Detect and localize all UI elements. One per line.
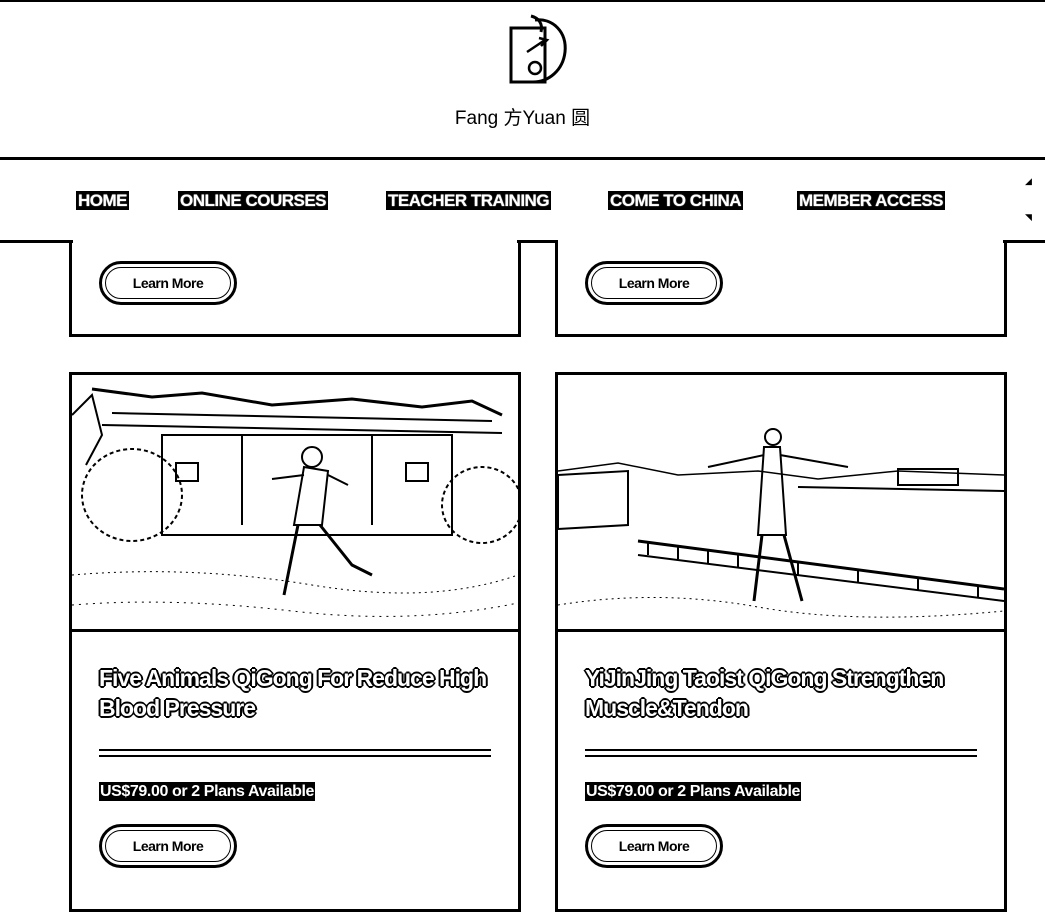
- nav-item-home[interactable]: HOME: [76, 191, 129, 210]
- course-price: US$79.00 or 2 Plans Available: [99, 782, 316, 801]
- nav-item-come-to-china[interactable]: COME TO CHINA: [608, 191, 744, 210]
- learn-more-button[interactable]: Learn More: [585, 824, 723, 868]
- nav-item-member-access[interactable]: MEMBER ACCESS: [797, 191, 945, 210]
- brand-name[interactable]: Fang 方Yuan 圆: [0, 103, 1045, 130]
- course-card: Five Animals QiGong For Reduce High Bloo…: [69, 372, 521, 912]
- triangle-down-icon[interactable]: ◥: [1025, 213, 1032, 222]
- course-image[interactable]: [72, 375, 518, 632]
- nav-bottom-rule: [517, 240, 558, 243]
- nav-bottom-rule: [1003, 240, 1045, 243]
- course-price: US$79.00 or 2 Plans Available: [585, 782, 802, 801]
- card-divider: [585, 749, 977, 757]
- card-divider: [99, 749, 491, 757]
- qigong-practitioner-riverside-photo: [558, 375, 1004, 629]
- learn-more-label: Learn More: [618, 275, 690, 291]
- learn-more-label: Learn More: [132, 275, 204, 291]
- learn-more-button[interactable]: Learn More: [99, 824, 237, 868]
- qigong-practitioner-courtyard-photo: [72, 375, 518, 629]
- nav-item-teacher-training[interactable]: TEACHER TRAINING: [386, 191, 552, 210]
- nav-bottom-rule: [0, 240, 73, 243]
- triangle-up-icon[interactable]: ◢: [1025, 177, 1032, 186]
- learn-more-label: Learn More: [618, 838, 690, 854]
- fangyuan-logo-icon[interactable]: [505, 14, 571, 86]
- course-title[interactable]: Five Animals QiGong For Reduce High Bloo…: [99, 663, 499, 723]
- site-header: Fang 方Yuan 圆: [0, 0, 1045, 160]
- course-card: YiJinJing Taoist QiGong Strengthen Muscl…: [555, 372, 1007, 912]
- course-card-partial: Learn More: [555, 240, 1007, 337]
- learn-more-button[interactable]: Learn More: [585, 261, 723, 305]
- nav-item-online-courses[interactable]: ONLINE COURSES: [178, 191, 329, 210]
- learn-more-label: Learn More: [132, 838, 204, 854]
- course-image[interactable]: [558, 375, 1004, 632]
- course-title[interactable]: YiJinJing Taoist QiGong Strengthen Muscl…: [585, 663, 985, 723]
- course-card-partial: Learn More: [69, 240, 521, 337]
- learn-more-button[interactable]: Learn More: [99, 261, 237, 305]
